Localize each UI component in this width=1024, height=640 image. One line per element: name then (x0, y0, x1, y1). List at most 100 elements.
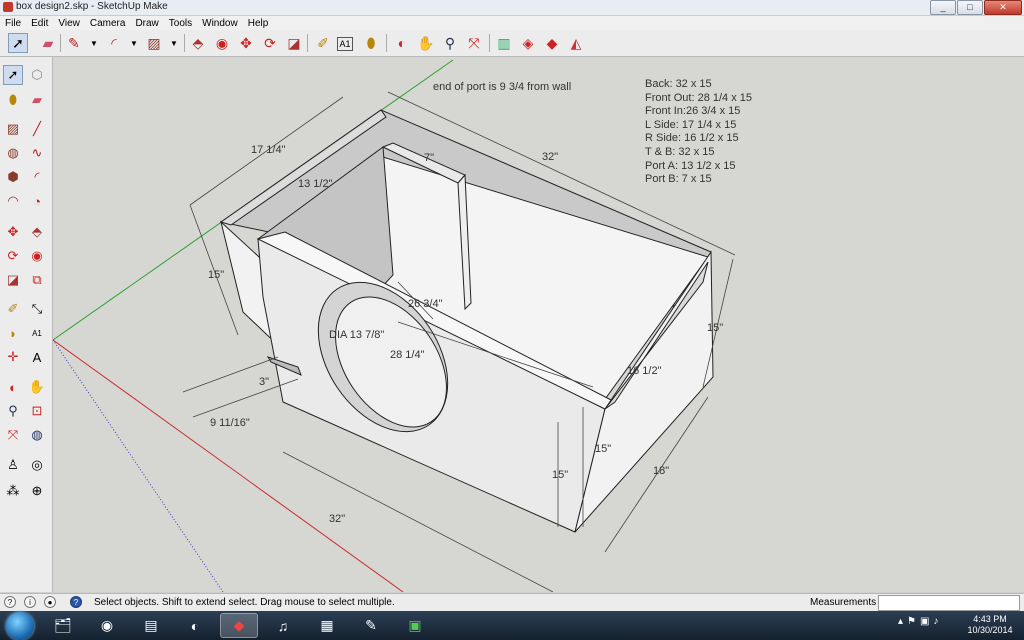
cut-list-item: L Side: 17 1/4 x 15 (645, 118, 737, 131)
rotate-icon[interactable]: ⟳ (3, 246, 23, 266)
dim-port-width: 3" (259, 376, 269, 388)
dim-height-front-inner: 15" (595, 443, 611, 455)
protractor-icon[interactable]: ◗ (3, 323, 23, 343)
chrome-icon[interactable]: ◉ (88, 613, 126, 638)
tape-measure-icon[interactable]: ✐ (3, 299, 23, 319)
select-icon[interactable]: ➚ (8, 33, 28, 53)
credits-icon[interactable]: i (24, 596, 36, 608)
section-plane-icon[interactable]: ⊕ (27, 481, 47, 501)
measurements-input[interactable] (878, 595, 1020, 611)
folder-icon[interactable]: ▤ (132, 613, 170, 638)
dropdown-icon[interactable]: ▼ (124, 33, 144, 53)
tape-measure-icon[interactable]: ✐ (313, 33, 333, 53)
dropdown-icon[interactable]: ▼ (164, 33, 184, 53)
zoom-extents-icon[interactable]: ⤧ (3, 425, 23, 445)
orbit-icon[interactable]: ◐ (3, 377, 23, 397)
extension-warehouse-icon[interactable]: ◆ (542, 33, 562, 53)
dim-right-side: 16 1/2" (627, 365, 662, 377)
calculator-icon[interactable]: ▦ (308, 613, 346, 638)
audio-icon[interactable]: ♫ (264, 613, 302, 638)
status-text: Select objects. Shift to extend select. … (94, 597, 395, 608)
eraser-icon[interactable]: ▰ (27, 90, 47, 110)
follow-me-icon[interactable]: ◉ (27, 246, 47, 266)
orbit-icon[interactable]: ◐ (392, 33, 412, 53)
axes-icon[interactable]: ✛ (3, 347, 23, 367)
3d-text-icon[interactable]: A (27, 347, 47, 367)
zoom-extents-icon[interactable]: ⤧ (464, 33, 484, 53)
media-icon[interactable]: ◐ (176, 613, 214, 638)
cut-list: Back: 32 x 15 Front Out: 28 1/4 x 15 Fro… (645, 78, 752, 187)
zoom-window-icon[interactable]: ⊡ (27, 401, 47, 421)
close-icon[interactable]: ✕ (984, 0, 1022, 15)
help-icon[interactable]: ? (70, 596, 82, 608)
offset-icon[interactable]: ⧉ (27, 270, 47, 290)
arc-icon[interactable]: ◜ (27, 167, 47, 187)
menu-view[interactable]: View (53, 18, 85, 29)
move-icon[interactable]: ✥ (236, 33, 256, 53)
paint-bucket-icon[interactable]: ⬮ (361, 33, 381, 53)
menu-bar: File Edit View Camera Draw Tools Window … (0, 16, 1024, 30)
share-model-icon[interactable]: ◈ (518, 33, 538, 53)
pencil-line-icon[interactable]: ✎ (64, 33, 84, 53)
position-camera-icon[interactable]: ♙ (3, 455, 23, 475)
zoom-icon[interactable]: ⚲ (440, 33, 460, 53)
line-icon[interactable]: ╱ (27, 119, 47, 139)
scale-icon[interactable]: ◪ (284, 33, 304, 53)
menu-file[interactable]: File (0, 18, 26, 29)
previous-view-icon[interactable]: ◍ (27, 425, 47, 445)
explorer-icon[interactable]: 🗂 (44, 613, 82, 638)
pan-icon[interactable]: ✋ (27, 377, 47, 397)
box-model-drawing: 17 1/4" 13 1/2" 7" 32" 15" 26 3/4" DIA 1… (53, 59, 736, 592)
polygon-icon[interactable]: ⬢ (3, 167, 23, 187)
arc-icon[interactable]: ◜ (104, 33, 124, 53)
menu-help[interactable]: Help (243, 18, 274, 29)
paint-icon[interactable]: ✎ (352, 613, 390, 638)
minimize-icon[interactable]: _ (930, 0, 956, 15)
cut-list-item: Port B: 7 x 15 (645, 173, 712, 186)
push-pull-icon[interactable]: ⬘ (27, 222, 47, 242)
rectangle-icon[interactable]: ▨ (3, 119, 23, 139)
get-models-icon[interactable]: ▥ (494, 33, 514, 53)
sketchup-icon[interactable]: ◆ (220, 613, 258, 638)
clock-date: 10/30/2014 (967, 625, 1013, 635)
pie-icon[interactable]: ◔ (27, 191, 47, 211)
menu-tools[interactable]: Tools (164, 18, 197, 29)
select-icon[interactable]: ➚ (3, 65, 23, 85)
menu-window[interactable]: Window (197, 18, 243, 29)
two-point-arc-icon[interactable]: ◠ (3, 191, 23, 211)
text-icon[interactable]: A1 (27, 323, 47, 343)
dimension-icon[interactable]: ⤡ (27, 299, 47, 319)
clock[interactable]: 4:43 PM 10/30/2014 (962, 614, 1018, 636)
freehand-icon[interactable]: ∿ (27, 143, 47, 163)
rotate-icon[interactable]: ⟳ (260, 33, 280, 53)
dim-height-right: 15" (707, 322, 723, 334)
geo-location-icon[interactable]: ? (4, 596, 16, 608)
model-viewport[interactable]: 17 1/4" 13 1/2" 7" 32" 15" 26 3/4" DIA 1… (53, 57, 1024, 592)
text-icon[interactable]: A1 (337, 37, 353, 51)
rectangle-icon[interactable]: ▨ (144, 33, 164, 53)
move-icon[interactable]: ✥ (3, 222, 23, 242)
sketchup-app-icon (3, 2, 13, 12)
dropdown-icon[interactable]: ▼ (84, 33, 104, 53)
push-pull-icon[interactable]: ⬘ (188, 33, 208, 53)
pan-icon[interactable]: ✋ (416, 33, 436, 53)
dim-depth-right: 18" (653, 465, 669, 477)
zoom-icon[interactable]: ⚲ (3, 401, 23, 421)
menu-draw[interactable]: Draw (130, 18, 163, 29)
look-around-icon[interactable]: ◎ (27, 455, 47, 475)
scale-icon[interactable]: ◪ (3, 270, 23, 290)
walk-icon[interactable]: ⁂ (3, 481, 23, 501)
follow-me-icon[interactable]: ◉ (212, 33, 232, 53)
start-button[interactable] (6, 612, 34, 640)
paint-bucket-icon[interactable]: ⬮ (3, 90, 23, 110)
menu-edit[interactable]: Edit (26, 18, 53, 29)
maximize-icon[interactable]: □ (957, 0, 983, 15)
menu-camera[interactable]: Camera (85, 18, 131, 29)
app-icon[interactable]: ▣ (396, 613, 434, 638)
circle-icon[interactable]: ◍ (3, 143, 23, 163)
system-tray[interactable]: ▴⚑▣♪ (898, 616, 942, 627)
component-icon[interactable]: ⬡ (27, 65, 47, 85)
user-icon[interactable]: ● (44, 596, 56, 608)
layout-icon[interactable]: ◭ (566, 33, 586, 53)
eraser-icon[interactable]: ▰ (38, 33, 58, 53)
